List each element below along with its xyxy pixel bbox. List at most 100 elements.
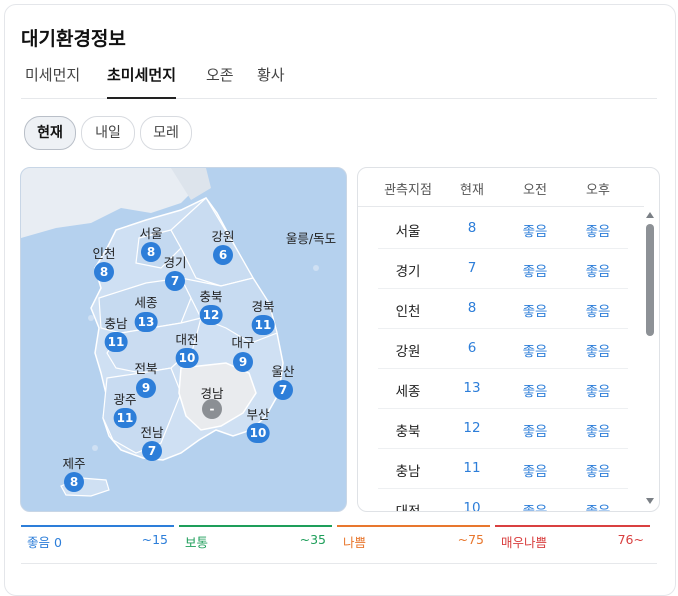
column-header: 관측지점 <box>384 183 432 198</box>
am-grade: 좋음 <box>522 224 548 240</box>
scroll-down-icon[interactable] <box>646 498 654 504</box>
period-now-button[interactable]: 현재 <box>24 116 76 150</box>
table-row[interactable]: 충북 12 좋음 좋음 <box>378 408 628 449</box>
station-name: 인천 <box>395 304 421 320</box>
map-value-daegu[interactable]: 9 <box>233 352 253 372</box>
pm-grade: 좋음 <box>585 304 611 320</box>
map-value-seoul[interactable]: 8 <box>141 242 161 262</box>
legend-very-bad: 매우나쁨 76~ <box>495 525 650 551</box>
scroll-up-icon[interactable] <box>646 212 654 218</box>
tab-yellow-dust[interactable]: 황사 <box>257 64 285 98</box>
map-value-jeju[interactable]: 8 <box>64 472 84 492</box>
map-label-gyeonggi: 경기 <box>163 255 187 270</box>
station-name: 충북 <box>395 424 421 440</box>
map-label-incheon: 인천 <box>92 246 116 261</box>
tab-ozone[interactable]: 오존 <box>206 64 234 98</box>
map-value-chungbuk[interactable]: 12 <box>199 305 223 325</box>
am-grade: 좋음 <box>522 464 548 480</box>
table-row[interactable]: 충남 11 좋음 좋음 <box>378 448 628 489</box>
map-value-jeonnam[interactable]: 7 <box>142 441 162 461</box>
map-value-gangwon[interactable]: 6 <box>213 245 233 265</box>
current-value: 12 <box>463 420 481 436</box>
station-table: 관측지점 현재 오전 오후 서울 8 좋음 좋음 경기 7 좋음 좋음 인천 8… <box>357 167 660 512</box>
station-name: 세종 <box>395 384 421 400</box>
am-grade: 좋음 <box>522 384 548 400</box>
bottom-divider <box>21 563 657 564</box>
station-name: 서울 <box>395 224 421 240</box>
region-map: 서울 8 경기 7 인천 8 강원 6 울릉/독도 세종 13 충북 12 경북… <box>20 167 347 512</box>
map-label-gyeongbuk: 경북 <box>251 299 275 314</box>
current-value: 11 <box>463 460 481 476</box>
map-label-daegu: 대구 <box>231 335 255 350</box>
legend-good: 좋음 0 ~15 <box>21 525 174 551</box>
map-value-ulsan[interactable]: 7 <box>273 380 293 400</box>
map-label-ulleung: 울릉/독도 <box>285 231 337 246</box>
table-row[interactable]: 세종 13 좋음 좋음 <box>378 368 628 409</box>
tab-pm10[interactable]: 미세먼지 <box>25 64 80 98</box>
pm-grade: 좋음 <box>585 344 611 360</box>
period-tomorrow-button[interactable]: 내일 <box>81 116 135 150</box>
legend-normal: 보통 ~35 <box>179 525 332 551</box>
current-value: 13 <box>463 380 481 396</box>
table-row[interactable]: 대전 10 좋음 좋음 <box>378 488 628 512</box>
legend-bar <box>337 525 490 527</box>
map-label-sejong: 세종 <box>134 295 158 310</box>
current-value: 8 <box>467 220 477 236</box>
am-grade: 좋음 <box>522 504 548 512</box>
map-label-gwangju: 광주 <box>113 392 137 407</box>
station-name: 경기 <box>395 264 421 280</box>
table-row[interactable]: 경기 7 좋음 좋음 <box>378 248 628 289</box>
pm-grade: 좋음 <box>585 384 611 400</box>
am-grade: 좋음 <box>522 424 548 440</box>
map-label-jeonnam: 전남 <box>140 425 164 440</box>
map-value-gwangju[interactable]: 11 <box>113 408 137 428</box>
legend-bad: 나쁨 ~75 <box>337 525 490 551</box>
map-label-daejeon: 대전 <box>175 332 199 347</box>
map-value-sejong[interactable]: 13 <box>134 312 158 332</box>
map-value-gyeonggi[interactable]: 7 <box>165 271 185 291</box>
period-day-after-button[interactable]: 모레 <box>140 116 192 150</box>
am-grade: 좋음 <box>522 264 548 280</box>
current-value: 8 <box>467 300 477 316</box>
legend-label: 매우나쁨 <box>501 535 548 550</box>
pm-grade: 좋음 <box>585 424 611 440</box>
pm-grade: 좋음 <box>585 264 611 280</box>
legend-bar <box>495 525 650 527</box>
map-value-busan[interactable]: 10 <box>246 423 270 443</box>
column-header: 오후 <box>586 183 610 198</box>
legend-label: 좋음 0 <box>27 535 62 550</box>
current-value: 6 <box>467 340 477 356</box>
map-label-gangwon: 강원 <box>211 229 235 244</box>
scrollbar-thumb[interactable] <box>646 224 654 336</box>
map-label-busan: 부산 <box>246 407 270 422</box>
station-name: 대전 <box>395 504 421 512</box>
map-value-jeonbuk[interactable]: 9 <box>136 378 156 398</box>
pollutant-tabs: 미세먼지 초미세먼지 오존 황사 <box>21 64 657 99</box>
map-value-daejeon[interactable]: 10 <box>175 348 199 368</box>
station-name: 충남 <box>395 464 421 480</box>
map-label-seoul: 서울 <box>139 226 163 241</box>
legend-range: 76~ <box>617 532 644 547</box>
station-name: 강원 <box>395 344 421 360</box>
table-scrollbar[interactable] <box>644 208 656 506</box>
am-grade: 좋음 <box>522 304 548 320</box>
map-value-gyeongnam[interactable]: - <box>202 399 222 419</box>
table-row[interactable]: 강원 6 좋음 좋음 <box>378 328 628 369</box>
legend-label: 나쁨 <box>343 535 367 550</box>
legend-range: ~75 <box>457 532 484 547</box>
map-label-jeju: 제주 <box>62 456 86 471</box>
map-value-gyeongbuk[interactable]: 11 <box>251 315 275 335</box>
column-header: 오전 <box>523 183 547 198</box>
page-title: 대기환경정보 <box>21 28 126 50</box>
table-row[interactable]: 인천 8 좋음 좋음 <box>378 288 628 329</box>
pm-grade: 좋음 <box>585 464 611 480</box>
legend-label: 보통 <box>185 535 209 550</box>
am-grade: 좋음 <box>522 344 548 360</box>
legend-bar <box>179 525 332 527</box>
tab-pm25[interactable]: 초미세먼지 <box>107 64 177 99</box>
map-value-incheon[interactable]: 8 <box>94 262 114 282</box>
table-row[interactable]: 서울 8 좋음 좋음 <box>378 208 628 249</box>
column-header: 현재 <box>460 183 484 198</box>
map-value-chungnam[interactable]: 11 <box>104 332 128 352</box>
legend-range: ~35 <box>299 532 326 547</box>
